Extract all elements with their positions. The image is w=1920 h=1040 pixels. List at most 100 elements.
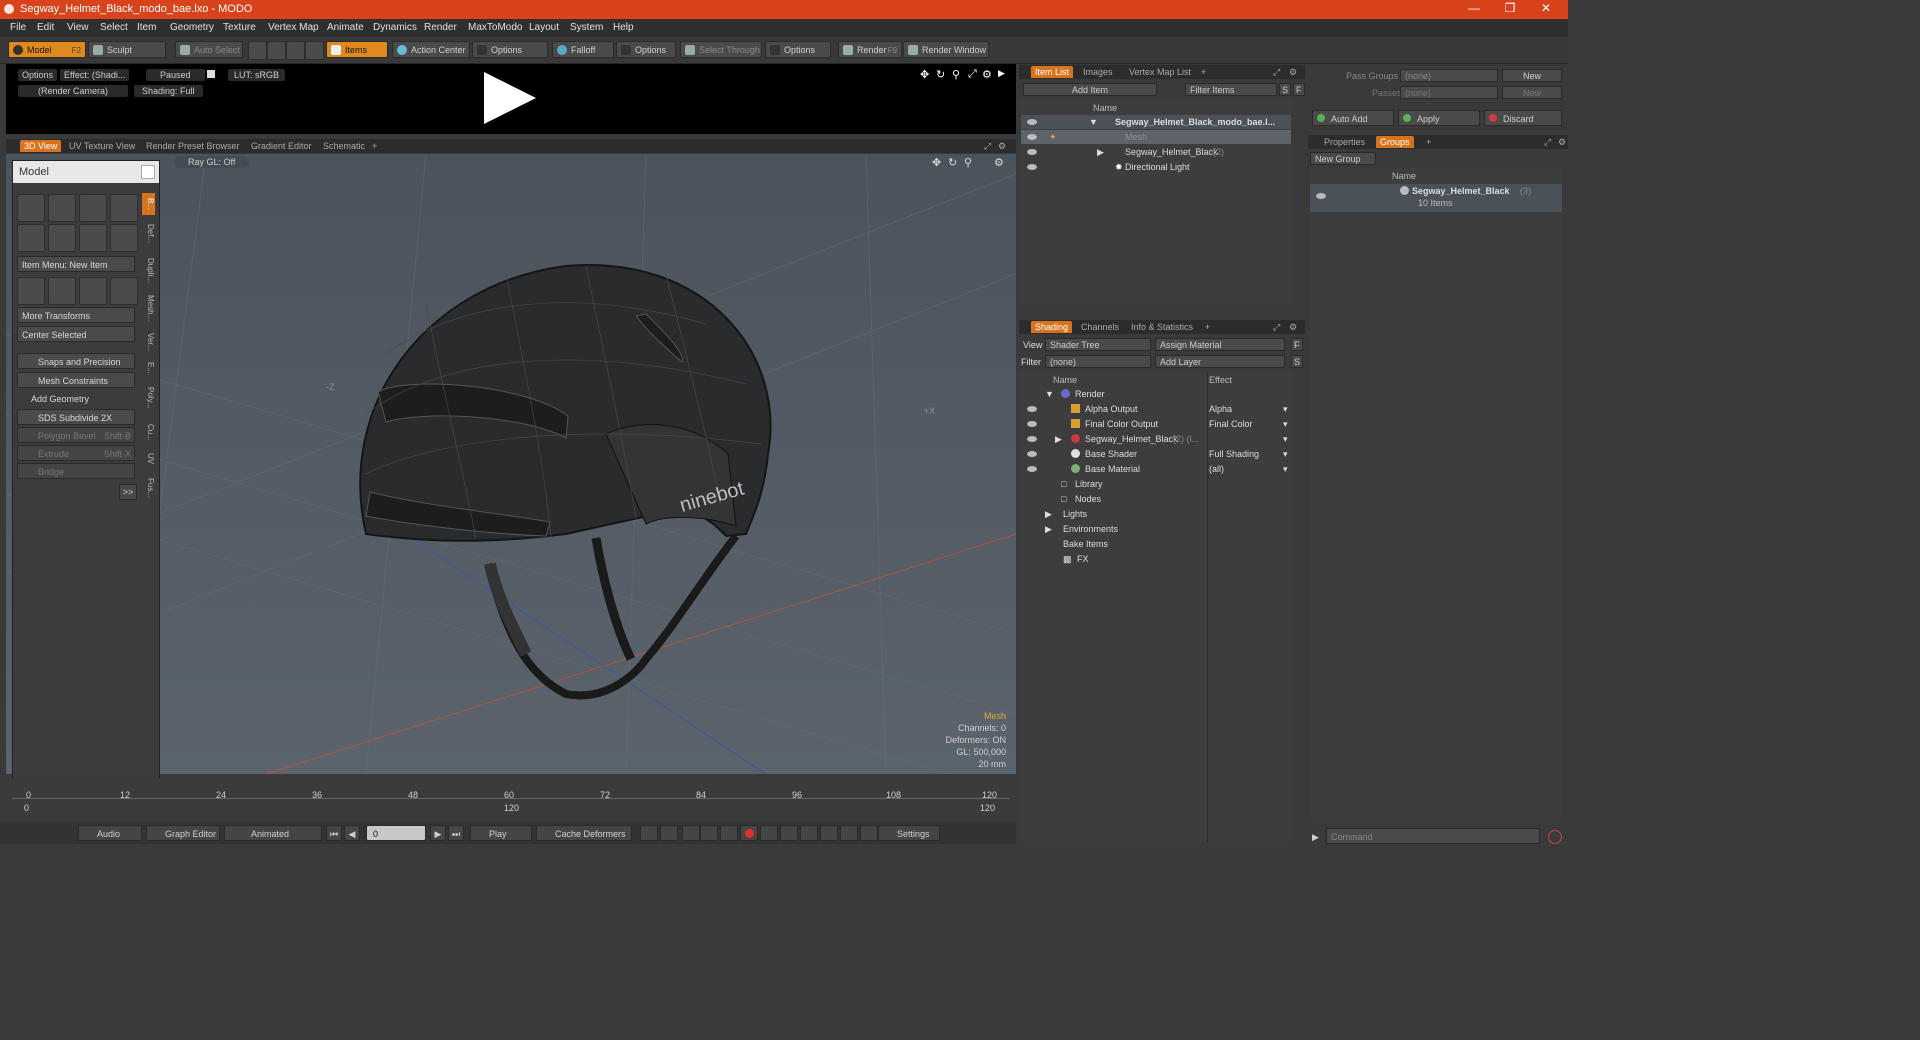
add-tab-icon[interactable]: + [1422,136,1435,148]
sculpt-mode-button[interactable]: Sculpt [88,41,166,58]
dropdown-arrow-icon[interactable]: ▾ [1283,402,1288,416]
shading-expand-icon[interactable]: ⤢ [1269,321,1284,333]
tab-channels[interactable]: Channels [1077,321,1123,333]
prev-keyframe-icon[interactable] [682,825,700,841]
falloff-options-button[interactable]: Options [616,41,676,58]
command-input[interactable]: Command [1326,828,1540,844]
pyramid-icon[interactable] [110,277,138,305]
filter-dropdown[interactable]: (none) [1045,355,1151,368]
add-tab-icon[interactable]: + [1197,66,1210,78]
expand-arrow-icon[interactable]: ▼ [1089,115,1098,129]
dropdown-arrow-icon[interactable]: ▾ [1283,417,1288,431]
timeline[interactable]: 0 12 24 36 48 60 72 84 96 108 120 0 120 … [6,778,1016,816]
item-menu-dropdown[interactable]: Item Menu: New Item [17,256,135,272]
play-button[interactable]: Play [470,825,532,841]
key-icon[interactable] [640,825,658,841]
visibility-eye-icon[interactable] [1027,451,1037,457]
cache-deformers-button[interactable]: Cache Deformers [536,825,632,841]
vtab-basic[interactable]: B... [142,193,155,215]
panel-close-icon[interactable] [141,165,155,179]
preview-maximize-icon[interactable]: ⤢ [968,68,977,81]
model-mode-button[interactable]: Model F2 [8,41,86,58]
view-dropdown[interactable]: Shader Tree [1045,338,1151,351]
shading-f-button[interactable]: F [1291,338,1303,351]
expand-arrow-icon[interactable]: ▼ [1045,387,1054,401]
visibility-eye-icon[interactable] [1027,149,1037,155]
viewport-zoom-icon[interactable]: ⚲ [964,156,972,169]
preview-paused-button[interactable]: Paused [146,69,205,81]
shader-row-render[interactable]: ▼ Render [1021,387,1291,401]
shader-row-base-material[interactable]: Base Material (all) ▾ [1021,462,1291,476]
item-row-light[interactable]: ✸ Directional Light [1021,160,1291,174]
viewport-rotate-icon[interactable]: ↻ [948,156,957,169]
filter-s-button[interactable]: S [1279,83,1291,96]
cylinder-icon[interactable] [79,194,107,222]
shading-gear-icon[interactable]: ⚙ [1285,321,1301,333]
shader-effect[interactable]: Alpha [1209,402,1232,416]
shader-effect[interactable]: (all) [1209,462,1224,476]
add-tab-icon[interactable]: + [368,140,381,152]
auto-select-button[interactable]: Auto Select [175,41,243,58]
vertices-mode-icon[interactable] [248,41,267,60]
transform-icon[interactable] [17,277,45,305]
tab-info-statistics[interactable]: Info & Statistics [1127,321,1197,333]
play-icon[interactable] [482,70,538,126]
preview-arrow-icon[interactable]: ▶ [998,68,1005,79]
visibility-eye-icon[interactable] [1027,421,1037,427]
edges-mode-icon[interactable] [267,41,286,60]
settings-button[interactable]: Settings [878,825,940,841]
menu-select[interactable]: Select [100,22,128,33]
tab-schematic[interactable]: Schematic [319,140,369,152]
render-window-button[interactable]: Render Window [903,41,989,58]
visibility-eye-icon[interactable] [1027,466,1037,472]
item-list-gear-icon[interactable]: ⚙ [1285,66,1301,78]
center-selected-dropdown[interactable]: Center Selected [17,326,135,342]
shader-row-nodes[interactable]: □ Nodes [1021,492,1291,506]
preview-move-icon[interactable]: ✥ [920,68,929,81]
add-geometry-header[interactable]: Add Geometry [17,391,135,407]
select-through-button[interactable]: Select Through [680,41,762,58]
menu-system[interactable]: System [570,22,603,33]
snaps-precision-button[interactable]: Snaps and Precision [17,353,135,369]
pass-groups-dropdown[interactable]: (none) [1400,69,1498,82]
new-group-button[interactable]: New Group [1310,152,1376,165]
preview-lut-dropdown[interactable]: LUT: sRGB [228,69,286,81]
add-layer-dropdown[interactable]: Add Layer [1155,355,1285,368]
shader-effect[interactable]: Final Color [1209,417,1253,431]
menu-view[interactable]: View [67,22,89,33]
menu-vertex-map[interactable]: Vertex Map [268,22,319,33]
viewport-pan-icon[interactable]: ✥ [932,156,941,169]
shader-effect[interactable]: Full Shading [1209,447,1259,461]
add-item-dropdown[interactable]: Add Item [1023,83,1157,96]
ray-gl-toggle[interactable]: Ray GL: Off [174,156,250,168]
menu-animate[interactable]: Animate [327,22,364,33]
viewport-gear-icon[interactable]: ⚙ [994,156,1004,169]
visibility-eye-icon[interactable] [1027,406,1037,412]
delete-key-icon[interactable] [760,825,778,841]
tab-render-preset-browser[interactable]: Render Preset Browser [142,140,244,152]
action-center-button[interactable]: Action Center [392,41,470,58]
preview-zoom-icon[interactable]: ⚲ [952,68,960,81]
item-list-expand-icon[interactable]: ⤢ [1269,66,1284,78]
menu-edit[interactable]: Edit [37,22,54,33]
vtab-mesh[interactable]: Mesh... [142,291,155,325]
prev-key-icon[interactable]: ◀ [344,825,360,841]
vtab-edge[interactable]: E... [142,359,155,377]
last-frame-icon[interactable]: ⏭ [448,825,464,841]
vtab-duplicate[interactable]: Dupli... [142,253,155,287]
filter-items-input[interactable]: Filter Items [1185,83,1277,96]
cone-icon[interactable] [110,194,138,222]
preview-shading-dropdown[interactable]: Shading: Full [134,85,203,97]
visibility-eye-icon[interactable] [1027,134,1037,140]
first-frame-icon[interactable]: ⏮ [326,825,342,841]
visibility-eye-icon[interactable] [1027,164,1037,170]
stop-record-icon[interactable] [860,825,878,841]
more-transforms-dropdown[interactable]: More Transforms [17,307,135,323]
filter-f-button[interactable]: F [1293,83,1305,96]
vtab-fusion[interactable]: Fus... [142,473,155,503]
shader-row-environments[interactable]: ▶ Environments [1021,522,1291,536]
item-row-helmet[interactable]: ▶ Segway_Helmet_Black (2) [1021,145,1291,159]
frame-input[interactable]: 0 [366,825,426,841]
viewport-tab-gear-icon[interactable]: ⚙ [994,140,1010,152]
shader-row-fx[interactable]: ▩ FX [1021,552,1291,566]
